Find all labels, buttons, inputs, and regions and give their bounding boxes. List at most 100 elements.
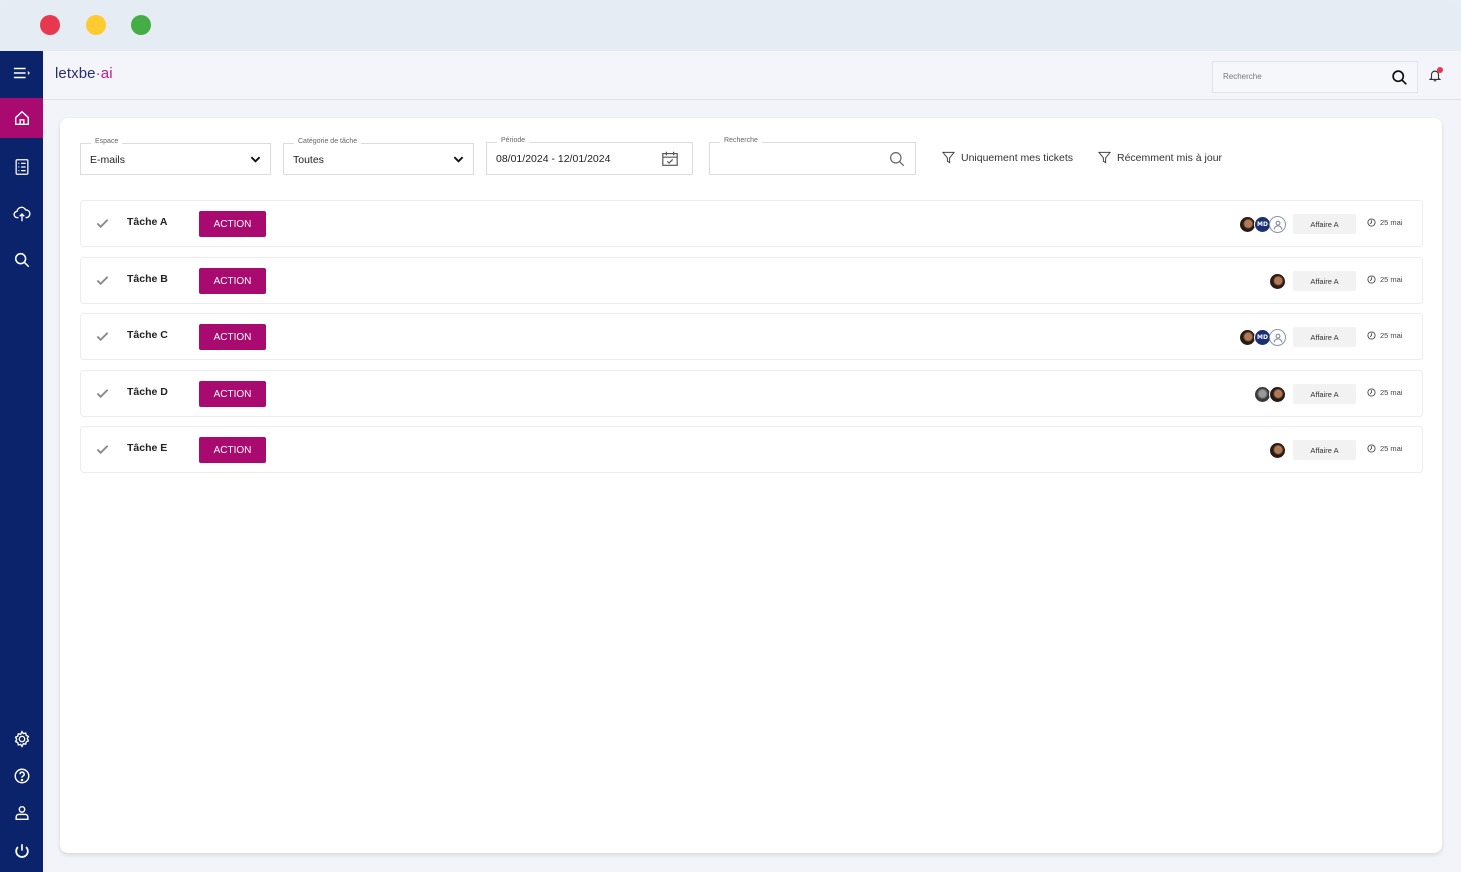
sidebar-item-help[interactable]	[0, 756, 43, 796]
periode-value: 08/01/2024 - 12/01/2024	[496, 153, 611, 165]
task-action-button[interactable]: ACTION	[199, 211, 266, 237]
app-logo[interactable]: letxbe·ai	[55, 65, 113, 82]
periode-date-range[interactable]: Période 08/01/2024 - 12/01/2024	[486, 137, 693, 175]
task-row[interactable]: Tâche A ACTION MD Affaire A 25 mai	[80, 200, 1423, 247]
help-icon	[14, 768, 29, 784]
sidebar-item-settings[interactable]	[0, 719, 43, 759]
task-date-text: 25 mai	[1380, 388, 1403, 397]
chevron-down-icon	[453, 156, 464, 163]
sidebar-item-home[interactable]	[0, 98, 43, 138]
check-icon[interactable]	[96, 444, 109, 455]
filter-recently-updated[interactable]: Récemment mis à jour	[1098, 151, 1222, 164]
assignee-avatars: MD	[1239, 216, 1286, 233]
window-minimize-button[interactable]	[86, 15, 106, 35]
avatar-placeholder[interactable]	[1269, 329, 1286, 346]
avatar-photo[interactable]	[1269, 273, 1286, 290]
task-row[interactable]: Tâche D ACTION Affaire A 25 mai	[80, 370, 1423, 417]
task-title[interactable]: Tâche C	[127, 329, 168, 341]
task-due-date: 25 mai	[1367, 388, 1403, 397]
espace-value: E-mails	[90, 154, 126, 166]
chevron-down-icon	[250, 156, 261, 163]
window-titlebar	[0, 0, 1461, 51]
filter-my-tickets[interactable]: Uniquement mes tickets	[942, 151, 1073, 164]
window-close-button[interactable]	[40, 15, 60, 35]
logo-text: letxbe	[55, 65, 96, 82]
filter-recently-updated-label: Récemment mis à jour	[1117, 151, 1223, 164]
categorie-value: Toutes	[293, 154, 324, 166]
search-icon[interactable]	[1391, 69, 1408, 86]
task-tag[interactable]: Affaire A	[1293, 440, 1356, 460]
task-date-text: 25 mai	[1380, 444, 1403, 453]
task-date-text: 25 mai	[1380, 275, 1403, 284]
sidebar	[0, 51, 43, 872]
task-title[interactable]: Tâche E	[127, 442, 167, 454]
espace-label: Espace	[91, 138, 123, 145]
task-due-date: 25 mai	[1367, 218, 1403, 227]
assignee-avatars	[1269, 442, 1286, 459]
global-search-input[interactable]: Recherche	[1212, 61, 1418, 93]
check-icon[interactable]	[96, 218, 109, 229]
task-action-button[interactable]: ACTION	[199, 324, 266, 350]
task-tag[interactable]: Affaire A	[1293, 214, 1356, 234]
task-row[interactable]: Tâche C ACTION MD Affaire A 25 mai	[80, 313, 1423, 360]
check-icon[interactable]	[96, 388, 109, 399]
clock-icon	[1367, 275, 1376, 284]
categorie-select[interactable]: Catégorie de tâche Toutes	[283, 138, 474, 175]
espace-select[interactable]: Espace E-mails	[80, 138, 271, 175]
checklist-icon	[15, 159, 28, 175]
task-action-button[interactable]: ACTION	[199, 437, 266, 463]
categorie-label: Catégorie de tâche	[294, 138, 362, 145]
sidebar-item-profile[interactable]	[0, 793, 43, 833]
task-due-date: 25 mai	[1367, 331, 1403, 340]
task-title[interactable]: Tâche D	[127, 386, 168, 398]
clock-icon	[1367, 444, 1376, 453]
global-search-placeholder: Recherche	[1223, 72, 1262, 81]
task-action-button[interactable]: ACTION	[199, 381, 266, 407]
assignee-avatars	[1254, 386, 1286, 403]
task-tag[interactable]: Affaire A	[1293, 327, 1356, 347]
task-tag[interactable]: Affaire A	[1293, 271, 1356, 291]
gear-icon	[14, 730, 29, 748]
sidebar-item-upload[interactable]	[0, 194, 43, 234]
filter-icon	[1098, 151, 1111, 164]
avatar-placeholder[interactable]	[1269, 216, 1286, 233]
calendar-icon[interactable]	[661, 150, 679, 168]
user-icon	[1273, 220, 1282, 230]
task-search-input[interactable]: Recherche	[709, 137, 916, 175]
task-title[interactable]: Tâche A	[127, 216, 167, 228]
logo-suffix: ai	[100, 65, 113, 82]
check-icon[interactable]	[96, 331, 109, 342]
window-maximize-button[interactable]	[131, 15, 151, 35]
task-row[interactable]: Tâche B ACTION Affaire A 25 mai	[80, 257, 1423, 304]
sidebar-menu-toggle[interactable]	[0, 53, 43, 93]
assignee-avatars: MD	[1239, 329, 1286, 346]
cloud-upload-icon	[12, 206, 31, 222]
task-date-text: 25 mai	[1380, 331, 1403, 340]
task-date-text: 25 mai	[1380, 218, 1403, 227]
clock-icon	[1367, 388, 1376, 397]
task-row[interactable]: Tâche E ACTION Affaire A 25 mai	[80, 426, 1423, 473]
menu-expand-icon	[13, 67, 30, 79]
home-icon	[14, 110, 29, 126]
notification-badge	[1437, 67, 1443, 73]
top-bar: letxbe·ai Recherche	[43, 51, 1461, 100]
recherche-label: Recherche	[720, 137, 762, 144]
search-icon[interactable]	[889, 151, 905, 167]
power-icon	[14, 844, 29, 858]
avatar-photo[interactable]	[1269, 386, 1286, 403]
task-action-button[interactable]: ACTION	[199, 268, 266, 294]
task-tag[interactable]: Affaire A	[1293, 384, 1356, 404]
filter-icon	[942, 151, 955, 164]
check-icon[interactable]	[96, 275, 109, 286]
avatar-photo[interactable]	[1269, 442, 1286, 459]
filter-my-tickets-label: Uniquement mes tickets	[961, 151, 1074, 164]
task-due-date: 25 mai	[1367, 444, 1403, 453]
sidebar-item-tasks[interactable]	[0, 147, 43, 187]
sidebar-item-logout[interactable]	[0, 831, 43, 871]
periode-label: Période	[497, 137, 530, 144]
task-due-date: 25 mai	[1367, 275, 1403, 284]
notifications-button[interactable]	[1428, 67, 1443, 83]
tasks-card: Espace E-mails Catégorie de tâche Toutes…	[60, 118, 1442, 853]
task-title[interactable]: Tâche B	[127, 273, 168, 285]
sidebar-item-search[interactable]	[0, 240, 43, 280]
